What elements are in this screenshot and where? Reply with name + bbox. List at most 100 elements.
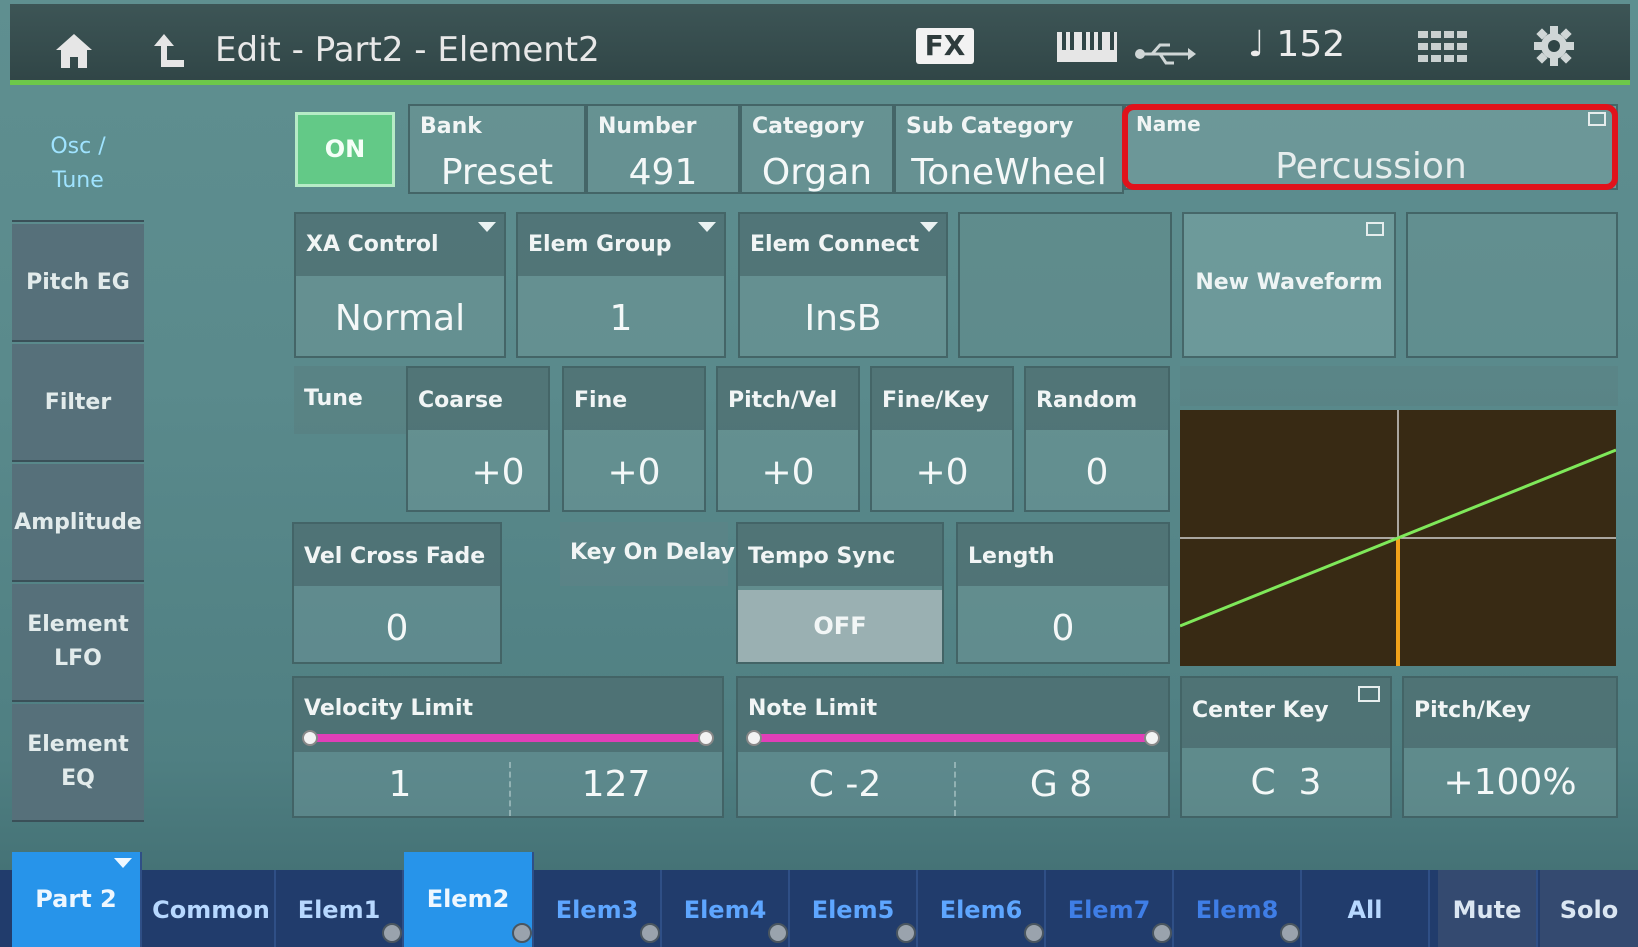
tempo-sync-toggle[interactable]: OFF (738, 590, 942, 662)
fine-key-field[interactable]: Fine/Key +0 (870, 366, 1014, 512)
xa-control-label: XA Control (306, 232, 439, 257)
elem-group-value: 1 (609, 298, 633, 339)
tempo-sync-label: Tempo Sync (748, 544, 896, 569)
tab-elem7[interactable]: Elem7 (1046, 870, 1174, 947)
mute-button[interactable]: Mute (1438, 870, 1538, 947)
gear-icon[interactable] (1532, 24, 1576, 75)
tab-label: Elem3 (555, 896, 639, 924)
coarse-value: +0 (471, 452, 525, 493)
elem-connect-value: InsB (804, 298, 882, 339)
note-limit-high-handle[interactable] (1144, 730, 1160, 746)
pitch-vel-label: Pitch/Vel (728, 388, 838, 413)
fine-key-label: Fine/Key (882, 388, 990, 413)
pitch-key-label: Pitch/Key (1414, 698, 1531, 723)
velocity-limit-high-handle[interactable] (698, 730, 714, 746)
random-value: 0 (1085, 452, 1109, 493)
back-icon[interactable] (148, 30, 188, 77)
new-waveform-button[interactable]: New Waveform (1182, 212, 1396, 358)
element-status-indicator (640, 923, 660, 943)
vel-cross-fade-value: 0 (385, 608, 409, 649)
xa-control-field[interactable]: XA Control Normal (294, 212, 506, 358)
note-limit-slider-track[interactable] (752, 734, 1154, 742)
velocity-limit-field[interactable]: Velocity Limit 1 127 (292, 676, 724, 818)
note-limit-low-handle[interactable] (746, 730, 762, 746)
tempo-sync-field[interactable]: Tempo Sync OFF (736, 522, 944, 664)
sidebar-item-element-eq[interactable]: Element EQ (12, 704, 144, 822)
coarse-field[interactable]: Coarse +0 (406, 366, 550, 512)
number-field[interactable]: Number 491 (586, 104, 740, 194)
tab-elem1[interactable]: Elem1 (276, 870, 404, 947)
tab-part-2[interactable]: Part 2 (12, 852, 142, 947)
tab-elem6[interactable]: Elem6 (918, 870, 1046, 947)
center-key-value: C 3 (1250, 762, 1322, 803)
fx-button[interactable]: FX (916, 28, 974, 64)
tab-label: Elem5 (811, 896, 895, 924)
length-field[interactable]: Length 0 (956, 522, 1170, 664)
category-label: Category (752, 114, 865, 139)
dropdown-arrow-icon (698, 222, 716, 232)
home-icon[interactable] (52, 30, 96, 79)
element-on-toggle[interactable]: ON (295, 112, 395, 187)
grid-icon[interactable] (1418, 30, 1468, 70)
center-key-field[interactable]: Center Key C 3 (1180, 676, 1392, 818)
tune-group-label: Tune (294, 366, 406, 434)
sidebar-item-amplitude[interactable]: Amplitude (12, 464, 144, 582)
velocity-limit-high-value: 127 (581, 764, 651, 805)
number-value: 491 (628, 152, 698, 193)
new-waveform-label: New Waveform (1195, 270, 1383, 295)
tab-elem3[interactable]: Elem3 (534, 870, 662, 947)
solo-button[interactable]: Solo (1540, 870, 1638, 947)
keyboard-icon (1056, 30, 1118, 70)
vel-cross-fade-field[interactable]: Vel Cross Fade 0 (292, 522, 502, 664)
velocity-limit-label: Velocity Limit (304, 696, 474, 721)
tempo-display[interactable]: ♩ 152 (1248, 24, 1345, 65)
empty-slot (958, 212, 1172, 358)
tab-elem2[interactable]: Elem2 (404, 852, 534, 947)
tab-elem4[interactable]: Elem4 (662, 870, 790, 947)
sidebar-item-filter[interactable]: Filter (12, 344, 144, 462)
elem-connect-label: Elem Connect (750, 232, 920, 257)
tab-common[interactable]: Common (148, 870, 276, 947)
vel-cross-fade-label: Vel Cross Fade (304, 544, 486, 569)
random-field[interactable]: Random 0 (1024, 366, 1170, 512)
bank-value: Preset (440, 152, 554, 193)
xa-control-value: Normal (334, 298, 466, 339)
velocity-limit-slider-track[interactable] (308, 734, 708, 742)
sub-category-field[interactable]: Sub Category ToneWheel (894, 104, 1124, 194)
sidebar-item-label: Amplitude (14, 509, 142, 535)
dropdown-arrow-icon (920, 222, 938, 232)
tab-elem8[interactable]: Elem8 (1174, 870, 1302, 947)
pitch-key-value: +100% (1443, 762, 1577, 803)
sidebar-item-label: Pitch EG (26, 269, 130, 295)
note-limit-field[interactable]: Note Limit C -2 G 8 (736, 676, 1170, 818)
tab-label: Elem2 (426, 885, 510, 913)
category-value: Organ (761, 152, 873, 193)
elem-connect-field[interactable]: Elem Connect InsB (738, 212, 948, 358)
empty-slot (1406, 212, 1618, 358)
note-limit-low-value: C -2 (808, 764, 882, 805)
sidebar-item-element-lfo[interactable]: Element LFO (12, 584, 144, 702)
key-on-delay-label: Key On Delay (570, 540, 735, 565)
category-field[interactable]: Category Organ (740, 104, 894, 194)
elem-group-field[interactable]: Elem Group 1 (516, 212, 726, 358)
sidebar-item-label: Filter (44, 389, 112, 415)
element-status-indicator (1280, 923, 1300, 943)
header-divider (10, 80, 1630, 85)
tab-all[interactable]: All (1302, 870, 1430, 947)
name-highlight-box (1122, 104, 1618, 190)
tab-label: All (1347, 896, 1383, 924)
bank-field[interactable]: Bank Preset (408, 104, 586, 194)
pitch-key-field[interactable]: Pitch/Key +100% (1402, 676, 1618, 818)
element-status-indicator (1152, 923, 1172, 943)
fine-field[interactable]: Fine +0 (562, 366, 706, 512)
synth-edit-screen: Edit - Part2 - Element2 FX ♩ 152 Osc / T… (0, 0, 1638, 947)
sidebar-item-osc-tune[interactable]: Osc / Tune (12, 108, 144, 222)
sidebar-item-pitch-eg[interactable]: Pitch EG (12, 224, 144, 342)
tab-elem5[interactable]: Elem5 (790, 870, 918, 947)
sidebar-item-label: Element LFO (27, 612, 129, 671)
velocity-limit-low-handle[interactable] (302, 730, 318, 746)
popup-icon (1366, 222, 1384, 236)
pitch-vel-field[interactable]: Pitch/Vel +0 (716, 366, 860, 512)
fine-label: Fine (574, 388, 628, 413)
keyboard-input-icon (1358, 686, 1380, 702)
